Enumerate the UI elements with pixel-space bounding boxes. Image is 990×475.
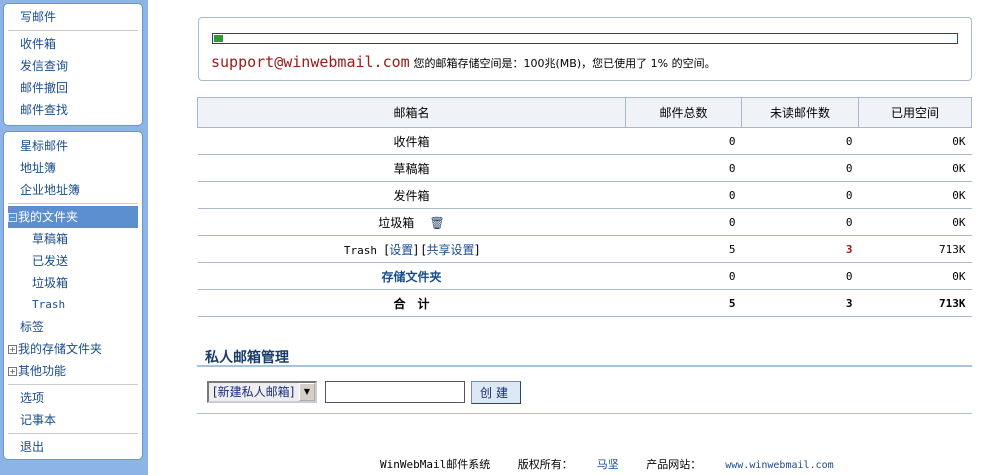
used: 0K — [858, 154, 972, 182]
system-name: WinWebMail邮件系统 — [380, 458, 491, 471]
col-header-name: 邮箱名 — [197, 97, 626, 128]
total: 5 — [625, 235, 742, 263]
unread: 0 — [741, 154, 859, 182]
folder-settings-link[interactable]: 设置 — [389, 243, 413, 257]
unread: 3 — [741, 289, 859, 317]
copyright-label: 版权所有： — [517, 458, 573, 471]
used: 713K — [858, 289, 972, 317]
table-row: 存储文件夹 0 0 0K — [197, 262, 972, 290]
sidebar-item-other[interactable]: + 其他功能 — [4, 360, 142, 382]
table-total-row: 合 计 5 3 713K — [197, 289, 972, 317]
sidebar-item-labels[interactable]: 标签 — [4, 316, 142, 338]
private-mailbox-input[interactable] — [325, 381, 465, 403]
empty-trash-icon[interactable]: 🗑 — [430, 216, 445, 230]
used: 713K — [858, 235, 972, 263]
sidebar-item-inbox[interactable]: 收件箱 — [4, 33, 142, 55]
chevron-down-icon[interactable]: ▼ — [299, 383, 315, 401]
total: 0 — [625, 154, 742, 182]
site-link[interactable]: www.winwebmail.com — [725, 460, 833, 471]
sidebar-item-drafts[interactable]: 草稿箱 — [4, 228, 142, 250]
total: 0 — [625, 208, 742, 236]
sidebar-item-search[interactable]: 邮件查找 — [4, 99, 142, 121]
sidebar-item-starred[interactable]: 星标邮件 — [4, 135, 142, 157]
quota-panel: support@winwebmail.com 您的邮箱存储空间是：100兆(MB… — [198, 17, 972, 81]
divider — [8, 30, 138, 31]
table-row: 发件箱 0 0 0K — [197, 181, 972, 209]
sidebar-panel-folders: 星标邮件 地址簿 企业地址簿 − 我的文件夹 草稿箱 已发送 垃圾箱 Trash … — [3, 131, 143, 460]
total: 0 — [625, 262, 742, 290]
mailbox-name: 草稿箱 — [197, 154, 626, 182]
site-label: 产品网站： — [646, 458, 702, 471]
total: 0 — [625, 181, 742, 209]
divider — [8, 384, 138, 385]
sidebar-item-compose[interactable]: 写邮件 — [4, 6, 142, 28]
private-mailbox-select[interactable]: [新建私人邮箱] ▼ — [207, 381, 317, 403]
sidebar-item-sent[interactable]: 已发送 — [4, 250, 142, 272]
sidebar-item-addressbook[interactable]: 地址簿 — [4, 157, 142, 179]
quota-info: 您的邮箱存储空间是：100兆(MB)，您已使用了 1% 的空间。 — [413, 57, 716, 70]
owner-link[interactable]: 马坚 — [597, 458, 619, 471]
mailbox-name: 垃圾箱 — [378, 215, 415, 230]
divider — [197, 413, 972, 414]
divider — [8, 203, 138, 204]
expand-icon[interactable]: + — [8, 345, 17, 354]
divider — [8, 433, 138, 434]
footer: WinWebMail邮件系统 版权所有： 马坚 产品网站： www.winwebma… — [380, 456, 858, 472]
sidebar-item-trash[interactable]: Trash — [4, 294, 142, 316]
label: 我的存储文件夹 — [18, 342, 103, 356]
sidebar-item-recall[interactable]: 邮件撤回 — [4, 77, 142, 99]
sidebar-item-options[interactable]: 选项 — [4, 387, 142, 409]
total-label: 合 计 — [197, 289, 626, 317]
used: 0K — [858, 262, 972, 290]
col-header-unread: 未读邮件数 — [741, 97, 859, 128]
collapse-icon[interactable]: − — [8, 213, 17, 222]
used: 0K — [858, 181, 972, 209]
sidebar-panel-mail: 写邮件 收件箱 发信查询 邮件撤回 邮件查找 — [3, 3, 143, 126]
sidebar-item-my-folders[interactable]: − 我的文件夹 — [8, 206, 138, 228]
used: 0K — [858, 127, 972, 155]
total: 0 — [625, 127, 742, 155]
label: 其他功能 — [18, 364, 67, 378]
divider — [197, 365, 972, 367]
storage-folder-link[interactable]: 存储文件夹 — [381, 270, 441, 284]
sidebar-item-notepad[interactable]: 记事本 — [4, 409, 142, 431]
mailbox-name: 发件箱 — [197, 181, 626, 209]
table-row: 垃圾箱 🗑 0 0 0K — [197, 208, 972, 236]
unread: 0 — [741, 181, 859, 209]
selected-value: [新建私人邮箱] — [213, 385, 295, 399]
col-header-total: 邮件总数 — [625, 97, 742, 128]
table-row: 草稿箱 0 0 0K — [197, 154, 972, 182]
expand-icon[interactable]: + — [8, 367, 17, 376]
unread: 0 — [741, 262, 859, 290]
unread: 3 — [741, 235, 859, 263]
sidebar-item-storage-folders[interactable]: + 我的存储文件夹 — [4, 338, 142, 360]
label: 我的文件夹 — [18, 210, 79, 224]
sidebar-item-sent-query[interactable]: 发信查询 — [4, 55, 142, 77]
account-email: support@winwebmail.com — [211, 53, 410, 71]
mailbox-table: 邮箱名 邮件总数 未读邮件数 已用空间 收件箱 0 0 0K 草稿箱 0 0 0K 发件箱 0… — [197, 97, 972, 317]
sidebar-item-junk[interactable]: 垃圾箱 — [4, 272, 142, 294]
share-settings-link[interactable]: 共享设置 — [426, 243, 474, 257]
sidebar-item-logout[interactable]: 退出 — [4, 436, 142, 458]
unread: 0 — [741, 208, 859, 236]
mailbox-name: 收件箱 — [197, 127, 626, 155]
quota-progress-fill — [214, 35, 223, 42]
table-row: 收件箱 0 0 0K — [197, 127, 972, 155]
sidebar-item-corp-addressbook[interactable]: 企业地址簿 — [4, 179, 142, 201]
used: 0K — [858, 208, 972, 236]
total: 5 — [625, 289, 742, 317]
sidebar: 写邮件 收件箱 发信查询 邮件撤回 邮件查找 星标邮件 地址簿 企业地址簿 − 我… — [0, 0, 148, 475]
quota-progress-bar — [212, 33, 958, 44]
unread: 0 — [741, 127, 859, 155]
col-header-used: 已用空间 — [858, 97, 972, 128]
mailbox-name: Trash — [343, 243, 377, 257]
private-mailbox-title: 私人邮箱管理 — [205, 350, 289, 366]
create-button[interactable]: 创建 — [471, 381, 521, 404]
table-row: Trash [设置] [共享设置] 5 3 713K — [197, 235, 972, 263]
